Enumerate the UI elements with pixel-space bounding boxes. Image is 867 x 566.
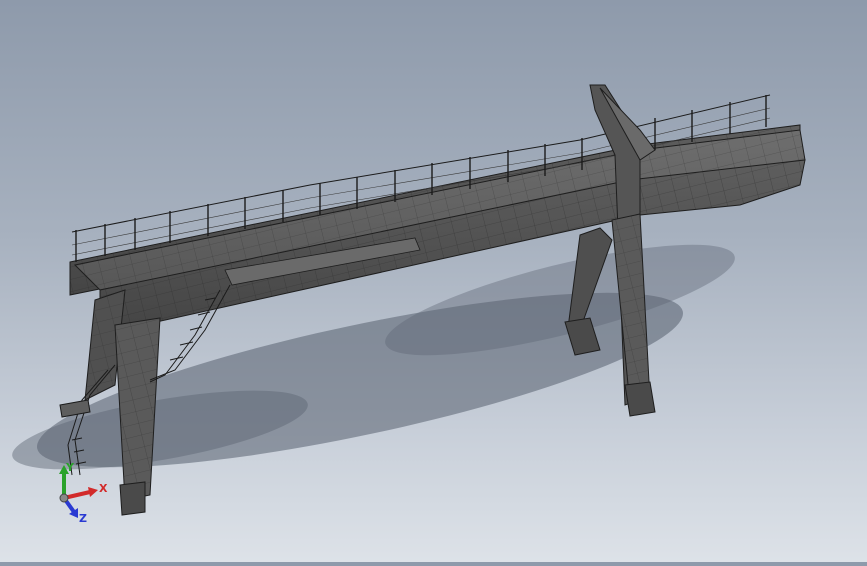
x-axis-arrow bbox=[63, 487, 98, 500]
graphics-viewport[interactable]: Y X Z bbox=[0, 0, 867, 562]
x-axis-label: X bbox=[99, 482, 108, 495]
y-axis-label: Y bbox=[65, 462, 75, 474]
crane-model-canvas[interactable] bbox=[0, 0, 867, 562]
triad-origin bbox=[59, 493, 69, 503]
z-axis-label: Z bbox=[79, 512, 87, 525]
coordinate-triad: Y X Z bbox=[48, 461, 118, 526]
